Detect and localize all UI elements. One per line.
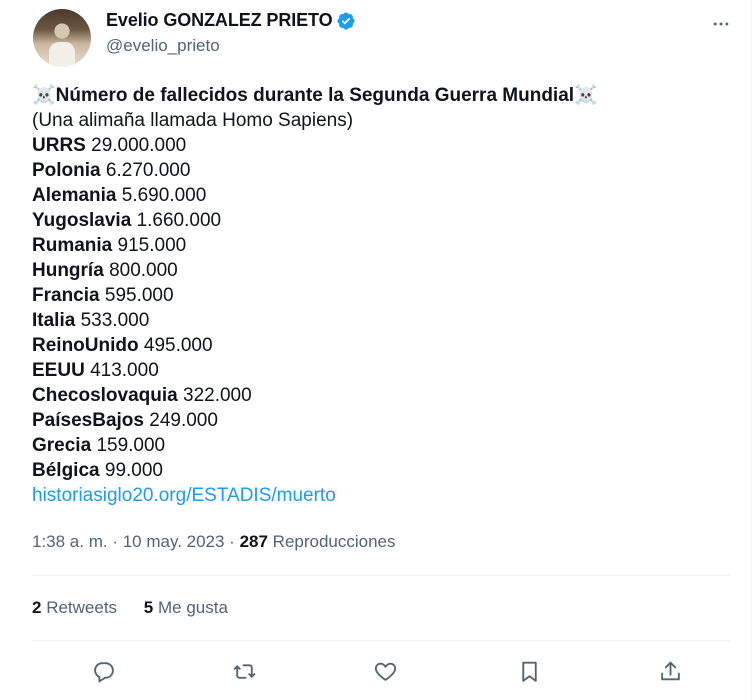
death-count: 413.000 <box>90 360 159 381</box>
death-count: 595.000 <box>104 285 174 306</box>
views-label: Reproducciones <box>267 532 396 551</box>
list-item: Hungría 800.000 <box>32 258 731 283</box>
country-name: Italia <box>32 310 76 331</box>
bookmark-icon[interactable] <box>514 656 544 686</box>
list-item: PaísesBajos 249.000 <box>32 408 731 433</box>
list-item: Yugoslavia 1.660.000 <box>32 208 731 233</box>
country-name: Bélgica <box>32 460 100 481</box>
death-count: 495.000 <box>143 335 213 356</box>
list-item: EEUU 413.000 <box>32 358 731 383</box>
likes-count: 5 <box>143 598 154 617</box>
heart-icon[interactable] <box>370 656 400 686</box>
list-item: Rumania 915.000 <box>32 233 731 258</box>
country-name: ReinoUnido <box>32 335 139 356</box>
retweets-label: Retweets <box>41 598 118 617</box>
list-item: Bélgica 99.000 <box>32 458 731 483</box>
death-count: 6.270.000 <box>105 160 191 181</box>
death-count: 322.000 <box>183 385 252 406</box>
list-item: Checoslovaquia 322.000 <box>32 383 731 408</box>
death-count: 533.000 <box>80 310 150 331</box>
list-item: Grecia 159.000 <box>32 433 731 458</box>
views-count: 287 <box>239 532 268 551</box>
list-item: Alemania 5.690.000 <box>32 183 731 208</box>
tweet-card: Evelio GONZALEZ PRIETO @evelio_prieto ☠️… <box>0 0 752 700</box>
tweet-subtitle: (Una alimaña llamada Homo Sapiens) <box>32 110 354 131</box>
author-handle[interactable]: @evelio_prieto <box>106 36 356 56</box>
death-count: 1.660.000 <box>136 210 222 231</box>
list-item: URRS 29.000.000 <box>32 133 731 158</box>
author-block: Evelio GONZALEZ PRIETO @evelio_prieto <box>106 10 356 56</box>
list-item: Polonia 6.270.000 <box>32 158 731 183</box>
author-name[interactable]: Evelio GONZALEZ PRIETO <box>106 10 333 31</box>
likes-label: Me gusta <box>153 598 228 617</box>
country-name: URRS <box>32 135 86 156</box>
list-item: Italia 533.000 <box>32 308 731 333</box>
country-name: Francia <box>32 285 100 306</box>
skull-emoji-icon: ☠️ <box>574 85 598 106</box>
reply-icon[interactable] <box>88 656 118 686</box>
verified-badge-icon[interactable] <box>336 11 356 31</box>
country-name: Yugoslavia <box>32 210 132 231</box>
country-name: Alemania <box>32 185 117 206</box>
list-item: ReinoUnido 495.000 <box>32 333 731 358</box>
death-count: 29.000.000 <box>91 135 187 156</box>
retweets-stat[interactable]: 2 Retweets <box>32 598 117 617</box>
death-count: 159.000 <box>96 435 166 456</box>
more-dots-icon[interactable] <box>711 14 731 34</box>
country-name: Hungría <box>32 260 104 281</box>
retweet-icon[interactable] <box>229 656 259 686</box>
death-count: 5.690.000 <box>121 185 207 206</box>
tweet-title: Número de fallecidos durante la Segunda … <box>55 85 575 106</box>
avatar[interactable] <box>33 9 91 67</box>
share-icon[interactable] <box>655 656 685 686</box>
action-bar <box>32 656 731 686</box>
country-name: EEUU <box>32 360 85 381</box>
death-count: 800.000 <box>109 260 178 281</box>
engagement-stats: 2 Retweets 5 Me gusta <box>32 598 250 618</box>
death-count: 99.000 <box>104 460 163 481</box>
divider <box>32 575 731 576</box>
country-name: Grecia <box>32 435 92 456</box>
tweet-meta: 1:38 a. m. · 10 may. 2023 · 287 Reproduc… <box>32 532 396 552</box>
country-name: Checoslovaquia <box>32 385 178 406</box>
divider <box>32 640 731 641</box>
likes-stat[interactable]: 5 Me gusta <box>144 598 228 617</box>
list-item: Francia 595.000 <box>32 283 731 308</box>
country-name: Polonia <box>32 160 101 181</box>
tweet-title-line: ☠️Número de fallecidos durante la Segund… <box>32 83 731 108</box>
skull-emoji-icon: ☠️ <box>32 85 56 106</box>
country-name: PaísesBajos <box>32 410 144 431</box>
death-count: 915.000 <box>117 235 187 256</box>
tweet-text: ☠️Número de fallecidos durante la Segund… <box>32 83 731 508</box>
death-count: 249.000 <box>149 410 218 431</box>
source-link[interactable]: historiasiglo20.org/ESTADIS/muerto <box>32 485 336 506</box>
timestamp[interactable]: 1:38 a. m. · 10 may. 2023 · <box>32 532 240 551</box>
country-name: Rumania <box>32 235 113 256</box>
